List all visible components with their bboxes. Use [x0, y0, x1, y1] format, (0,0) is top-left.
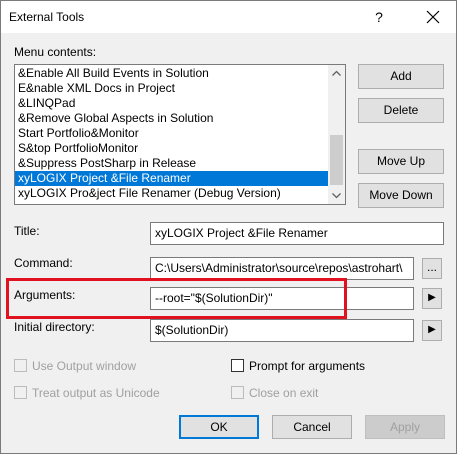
- menu-contents-listbox[interactable]: &Enable All Build Events in Solution E&na…: [14, 64, 346, 205]
- move-down-button[interactable]: Move Down: [358, 183, 444, 208]
- list-item[interactable]: S&top PortfolioMonitor: [15, 141, 328, 156]
- add-button[interactable]: Add: [358, 64, 444, 89]
- close-icon: [426, 10, 440, 24]
- list-item[interactable]: &LINQPad: [15, 96, 328, 111]
- external-tools-dialog: External Tools ? Menu contents: &Enable …: [0, 0, 457, 454]
- close-on-exit-checkbox[interactable]: Close on exit: [231, 386, 318, 402]
- prompt-for-arguments-checkbox[interactable]: Prompt for arguments: [231, 359, 365, 375]
- triangle-right-icon: ▶: [428, 292, 436, 303]
- cancel-button[interactable]: Cancel: [272, 415, 352, 439]
- scroll-down-arrow[interactable]: [328, 187, 345, 204]
- checkbox-label: Use Output window: [32, 359, 137, 373]
- help-button[interactable]: ?: [367, 7, 391, 27]
- list-item[interactable]: xyLOGIX Project &File Renamer: [15, 171, 328, 186]
- command-label: Command:: [14, 256, 73, 270]
- chevron-down-icon: [332, 193, 341, 199]
- menu-list: &Enable All Build Events in Solution E&na…: [15, 66, 328, 201]
- checkbox-label: Prompt for arguments: [249, 359, 366, 373]
- close-button[interactable]: [413, 3, 453, 31]
- title-label: Title:: [14, 224, 40, 238]
- menu-contents-label: Menu contents:: [14, 45, 97, 59]
- command-field[interactable]: C:\Users\Administrator\source\repos\astr…: [150, 257, 414, 280]
- triangle-right-icon: ▶: [428, 324, 436, 335]
- initial-directory-field[interactable]: $(SolutionDir): [150, 319, 414, 342]
- window-title: External Tools: [9, 10, 85, 24]
- checkbox-label: Treat output as Unicode: [32, 386, 160, 400]
- delete-button[interactable]: Delete: [358, 98, 444, 123]
- initial-directory-macro-button[interactable]: ▶: [422, 320, 442, 341]
- initial-directory-label: Initial directory:: [14, 320, 95, 334]
- list-item[interactable]: xyLOGIX Pro&ject File Renamer (Debug Ver…: [15, 186, 328, 201]
- move-up-button[interactable]: Move Up: [358, 149, 444, 174]
- use-output-window-checkbox[interactable]: Use Output window: [14, 359, 136, 375]
- arguments-macro-button[interactable]: ▶: [422, 288, 442, 309]
- scroll-thumb[interactable]: [330, 135, 343, 185]
- checkbox-box: [231, 359, 244, 372]
- title-field[interactable]: xyLOGIX Project &File Renamer: [150, 222, 444, 245]
- list-item[interactable]: E&nable XML Docs in Project: [15, 81, 328, 96]
- checkbox-box: [14, 359, 27, 372]
- list-item[interactable]: &Remove Global Aspects in Solution: [15, 111, 328, 126]
- chevron-up-icon: [332, 70, 341, 76]
- browse-button[interactable]: ...: [422, 258, 442, 279]
- ok-button[interactable]: OK: [179, 415, 259, 439]
- list-item[interactable]: &Suppress PostSharp in Release: [15, 156, 328, 171]
- checkbox-box: [14, 386, 27, 399]
- title-bar: External Tools ?: [1, 1, 456, 33]
- checkbox-box: [231, 386, 244, 399]
- list-item[interactable]: Start Portfolio&Monitor: [15, 126, 328, 141]
- vertical-scrollbar[interactable]: [328, 65, 345, 204]
- treat-output-unicode-checkbox[interactable]: Treat output as Unicode: [14, 386, 160, 402]
- list-item[interactable]: &Enable All Build Events in Solution: [15, 66, 328, 81]
- apply-button[interactable]: Apply: [365, 415, 445, 439]
- arguments-highlight-box: [6, 278, 347, 319]
- scroll-up-arrow[interactable]: [328, 65, 345, 82]
- checkbox-label: Close on exit: [249, 386, 319, 400]
